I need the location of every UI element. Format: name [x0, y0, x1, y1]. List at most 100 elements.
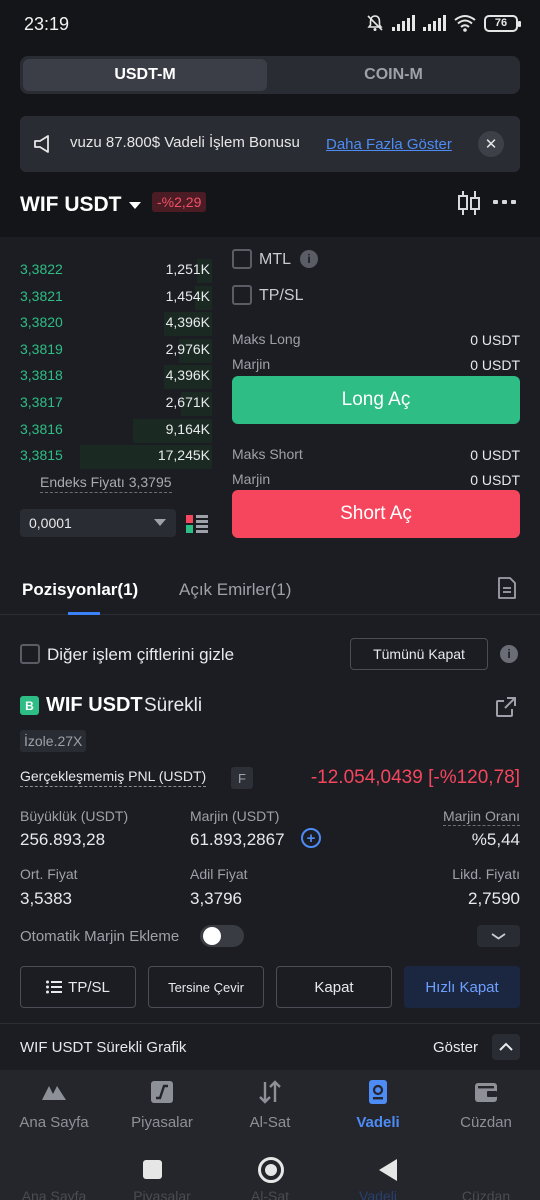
segment-usdt-m[interactable]: USDT-M [23, 59, 267, 91]
nav-trade[interactable]: Al-Sat [216, 1070, 324, 1144]
nav-futures-label: Vadeli [356, 1114, 400, 1131]
orderbook-qty: 4,396K [165, 367, 210, 384]
orderbook-row[interactable]: 3,3815 17,245K [20, 445, 212, 470]
chart-bar-title: WIF USDT Sürekli Grafik [20, 1039, 187, 1056]
orderbook-row[interactable]: 3,3817 2,671K [20, 392, 212, 416]
orderbook-view-icon[interactable] [186, 514, 208, 534]
pair-selector[interactable]: WIF USDT [20, 193, 142, 217]
orderbook-qty: 1,454K [165, 287, 210, 304]
show-chart-button[interactable] [492, 1034, 520, 1060]
orderbook-price: 3,3819 [20, 340, 63, 357]
close-position-button[interactable]: Kapat [276, 966, 392, 1008]
tab-bar: Pozisyonlar(1) Açık Emirler(1) [0, 562, 540, 615]
close-banner-button[interactable]: ✕ [478, 131, 504, 157]
top-area: USDT-M COIN-M vuzu 87.800$ Vadeli İşlem … [0, 50, 540, 237]
orderbook-row[interactable]: 3,3820 4,396K [20, 312, 212, 337]
add-margin-icon[interactable]: + [301, 828, 321, 848]
home-icon [42, 1086, 66, 1100]
pnl-mode-badge[interactable]: F [231, 767, 253, 789]
side-badge: B [20, 696, 39, 715]
announcement-banner: vuzu 87.800$ Vadeli İşlem Bonusu Daha Fa… [20, 116, 520, 172]
unrealized-pnl-value: -12.054,0439 [-%120,78] [310, 767, 520, 788]
liq-price-value: 2,7590 [468, 889, 520, 908]
orderbook-price: 3,3822 [20, 261, 63, 277]
trade-arrows-icon [259, 1080, 281, 1104]
size-value: 256.893,28 [20, 830, 106, 849]
price-step-select[interactable]: 0,0001 [20, 509, 176, 537]
size-label: Büyüklük (USDT) [20, 808, 129, 824]
info-icon[interactable]: i [500, 645, 518, 663]
orderbook-row[interactable]: 3,3819 2,976K [20, 338, 212, 363]
avg-price-value: 3,5383 [20, 889, 72, 908]
close-all-button[interactable]: Tümünü Kapat [350, 638, 488, 670]
share-icon[interactable] [494, 695, 518, 719]
segment-coin-m[interactable]: COIN-M [270, 59, 517, 91]
orderbook-row[interactable]: 3,3821 1,454K [20, 285, 212, 310]
battery-icon: 76 [484, 14, 521, 32]
hide-other-pairs-checkbox[interactable] [20, 644, 40, 664]
orderbook-row[interactable]: 3,3818 4,396K [20, 365, 212, 390]
auto-margin-label: Otomatik Marjin Ekleme [20, 928, 180, 945]
mtl-label: MTL [259, 251, 291, 268]
home-button[interactable] [258, 1157, 284, 1183]
avg-price-label: Ort. Fiyat [20, 866, 78, 882]
open-short-button[interactable]: Short Aç [232, 490, 520, 538]
price-step-value: 0,0001 [29, 515, 72, 531]
candlestick-chart-icon[interactable] [455, 190, 483, 216]
margin-ratio-label[interactable]: Marjin Oranı [442, 808, 520, 826]
more-options-icon[interactable] [493, 200, 516, 204]
wifi-icon [454, 15, 476, 32]
info-icon[interactable]: i [300, 250, 318, 268]
tpsl-label: TP/SL [259, 287, 304, 304]
orderbook-qty: 17,245K [157, 447, 210, 464]
max-long-value: 0 USDT [470, 332, 520, 348]
futures-icon [369, 1080, 387, 1104]
orderbook-row[interactable]: 3,3822 1,251K [20, 259, 212, 283]
tab-open-orders[interactable]: Açık Emirler(1) [179, 580, 291, 600]
max-short-label: Maks Short [232, 446, 303, 462]
chart-bar: WIF USDT Sürekli Grafik Göster [0, 1023, 540, 1070]
chevron-down-icon [154, 519, 166, 526]
orderbook-price: 3,3816 [20, 420, 63, 437]
nav-wallet[interactable]: Cüzdan [432, 1070, 540, 1144]
close-icon: ✕ [484, 136, 498, 153]
margin-value: 61.893,2867 [190, 830, 285, 849]
show-chart-label[interactable]: Göster [433, 1039, 478, 1056]
orderbook-price: 3,3817 [20, 394, 63, 410]
tpsl-checkbox[interactable] [232, 285, 252, 305]
status-bar: 23:19 76 [0, 0, 540, 50]
back-button[interactable] [379, 1159, 397, 1181]
tab-positions[interactable]: Pozisyonlar(1) [22, 580, 138, 600]
nav-markets-label: Piyasalar [131, 1114, 193, 1131]
orderbook-qty: 2,976K [165, 340, 210, 357]
nav-trade-label: Al-Sat [249, 1114, 291, 1131]
orderbook-qty: 1,251K [165, 261, 210, 277]
tpsl-button[interactable]: TP/SL [20, 966, 136, 1008]
orderbook-price: 3,3815 [20, 447, 63, 464]
nav-home[interactable]: Ana Sayfa [0, 1070, 108, 1144]
nav-markets[interactable]: Piyasalar [108, 1070, 216, 1144]
liq-price-label: Likd. Fiyatı [452, 866, 520, 882]
reverse-position-button[interactable]: Tersine Çevir [148, 966, 264, 1008]
markets-icon [151, 1081, 173, 1103]
list-icon [46, 980, 63, 994]
tpsl-button-label: TP/SL [68, 978, 110, 996]
orderbook-row[interactable]: 3,3816 9,164K [20, 418, 212, 443]
nav-futures[interactable]: Vadeli [324, 1070, 432, 1144]
unrealized-pnl-label[interactable]: Gerçekleşmemiş PNL (USDT) [20, 768, 207, 787]
margin-label: Marjin (USDT) [190, 808, 280, 824]
margin-mode-badge: İzole.27X [20, 730, 87, 752]
orderbook-qty: 2,671K [165, 394, 210, 410]
auto-margin-toggle[interactable] [200, 925, 244, 947]
expand-details-button[interactable] [477, 925, 520, 947]
quick-close-button[interactable]: Hızlı Kapat [404, 966, 520, 1008]
mtl-checkbox[interactable] [232, 249, 252, 269]
show-more-link[interactable]: Daha Fazla Göster [326, 136, 452, 153]
open-long-button[interactable]: Long Aç [232, 376, 520, 424]
document-icon[interactable] [497, 576, 517, 600]
recents-button[interactable] [143, 1160, 162, 1179]
price-change-badge: -%2,29 [152, 192, 207, 212]
pair-name: WIF USDT [20, 193, 122, 216]
contract-type-segment: USDT-M COIN-M [20, 56, 520, 94]
orderbook-qty: 9,164K [165, 420, 210, 437]
